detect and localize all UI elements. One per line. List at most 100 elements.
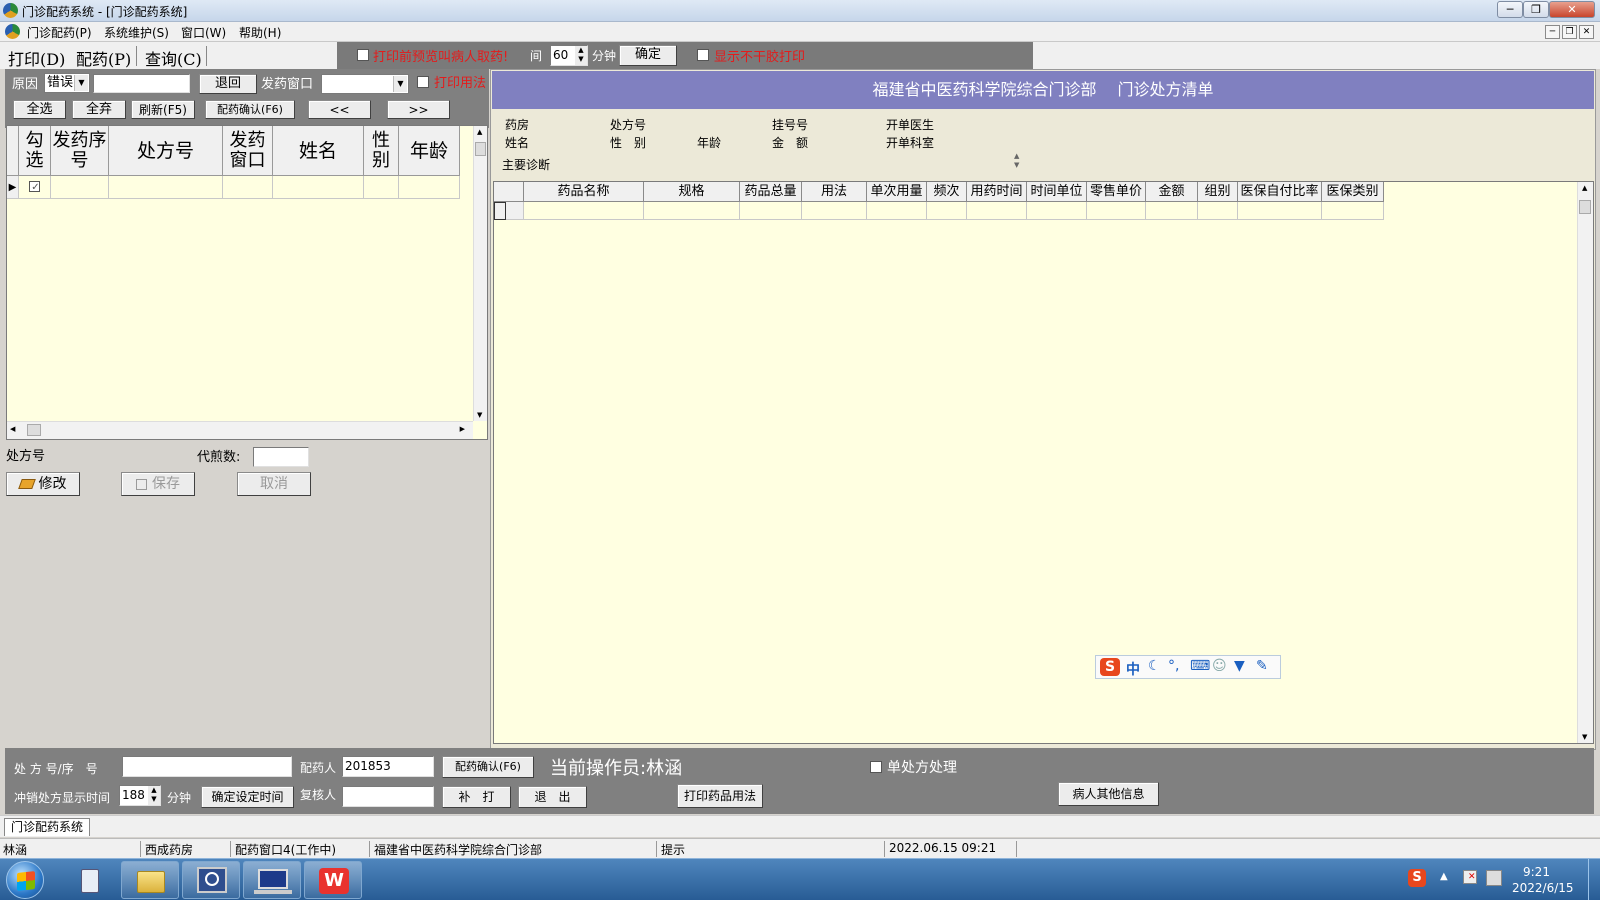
header-frequency[interactable]: 频次	[927, 182, 967, 202]
mdi-window-tab[interactable]: 门诊配药系统	[4, 818, 91, 836]
scroll-down-icon[interactable]: ▼	[477, 411, 482, 419]
spinner-arrows-icon[interactable]: ▲ ▼	[148, 786, 160, 805]
bottom-confirm-dispense-button[interactable]: 配药确认(F6)	[442, 756, 534, 778]
header-retail-price[interactable]: 零售单价	[1087, 182, 1146, 202]
header-usage[interactable]: 用法	[802, 182, 867, 202]
rx-seq-input[interactable]	[122, 756, 292, 777]
mdi-close-button[interactable]: ✕	[1579, 25, 1594, 39]
header-insurance-type[interactable]: 医保类别	[1322, 182, 1384, 202]
dropdown-arrow-icon[interactable]: ▼	[74, 75, 88, 91]
taskbar-explorer[interactable]	[121, 861, 179, 899]
header-name[interactable]: 姓名	[273, 126, 364, 176]
row-checkbox-cell[interactable]	[19, 176, 51, 199]
scroll-right-icon[interactable]: ▶	[460, 425, 465, 433]
halfwidth-moon-icon[interactable]: ☾	[1148, 658, 1161, 674]
scroll-up-icon[interactable]: ▲	[477, 128, 482, 136]
header-total[interactable]: 药品总量	[740, 182, 802, 202]
refresh-button[interactable]: 刷新(F5)	[131, 100, 195, 119]
maximize-button[interactable]: ❐	[1523, 1, 1549, 18]
header-spec[interactable]: 规格	[644, 182, 740, 202]
next-button[interactable]: >>	[387, 100, 450, 119]
cancel-button[interactable]: 取消	[237, 472, 311, 496]
show-noprint-checkbox[interactable]	[697, 49, 709, 61]
patient-info-button[interactable]: 病人其他信息	[1058, 782, 1159, 806]
scroll-left-icon[interactable]: ◀	[10, 425, 15, 433]
header-time[interactable]: 用药时间	[967, 182, 1027, 202]
scroll-down-icon[interactable]: ▼	[1582, 733, 1587, 741]
left-grid-hscroll[interactable]: ◀ ▶	[7, 421, 473, 439]
select-all-button[interactable]: 全选	[13, 100, 66, 119]
user-icon[interactable]: ☺	[1212, 658, 1227, 674]
header-single-dose[interactable]: 单次用量	[867, 182, 927, 202]
preview-checkbox[interactable]	[357, 49, 369, 61]
menu-dispense[interactable]: 门诊配药(P)	[27, 24, 92, 41]
scroll-thumb[interactable]	[1579, 200, 1591, 214]
scroll-thumb[interactable]	[475, 142, 486, 156]
header-age[interactable]: 年龄	[399, 126, 460, 176]
return-button[interactable]: 退回	[199, 74, 257, 94]
header-group[interactable]: 组别	[1198, 182, 1238, 202]
punctuation-icon[interactable]: °,	[1168, 658, 1179, 674]
ime-mode[interactable]: 中	[1126, 659, 1140, 679]
exit-button[interactable]: 退 出	[518, 786, 587, 808]
tray-expand-icon[interactable]: ▲	[1440, 871, 1448, 882]
header-insurance-ratio[interactable]: 医保自付比率	[1238, 182, 1322, 202]
taskbar-sql-tool[interactable]	[182, 861, 240, 899]
print-usage-checkbox[interactable]	[417, 76, 429, 88]
pharmacist-input[interactable]: 201853	[342, 756, 434, 777]
mdi-restore-button[interactable]: ❐	[1562, 25, 1577, 39]
header-rx-no[interactable]: 处方号	[109, 126, 223, 176]
skin-shirt-icon[interactable]: ▼	[1234, 658, 1245, 674]
dropdown-arrow-icon[interactable]: ▼	[393, 76, 407, 92]
header-amount[interactable]: 金额	[1146, 182, 1198, 202]
tab-query[interactable]: 查询(C)	[145, 46, 202, 70]
header-dispense-window[interactable]: 发药窗口	[223, 126, 273, 176]
interval-spinner[interactable]: 60 ▲ ▼	[550, 45, 588, 66]
mdi-minimize-button[interactable]: ─	[1545, 25, 1560, 39]
menu-system[interactable]: 系统维护(S)	[104, 24, 169, 41]
header-check[interactable]: 勾选	[19, 126, 51, 176]
tray-sogou-icon[interactable]: S	[1408, 869, 1426, 887]
interval-confirm-button[interactable]: 确定	[619, 45, 677, 66]
menu-help[interactable]: 帮助(H)	[239, 24, 281, 41]
header-time-unit[interactable]: 时间单位	[1027, 182, 1087, 202]
tray-network-icon[interactable]	[1486, 870, 1502, 886]
spinner-arrows-icon[interactable]: ▲ ▼	[575, 46, 587, 65]
scroll-up-icon[interactable]: ▲	[1582, 184, 1587, 192]
header-drug-name[interactable]: 药品名称	[524, 182, 644, 202]
left-grid-vscroll[interactable]: ▲ ▼	[473, 126, 487, 421]
row-checkbox[interactable]	[29, 181, 40, 192]
menu-window[interactable]: 窗口(W)	[181, 24, 226, 41]
tray-time[interactable]: 9:21	[1523, 865, 1550, 879]
single-rx-checkbox[interactable]	[870, 761, 882, 773]
minimize-button[interactable]: ─	[1497, 1, 1523, 18]
reason-input[interactable]	[93, 74, 190, 93]
decoct-count-input[interactable]	[253, 447, 309, 467]
right-grid-vscroll[interactable]: ▲ ▼	[1577, 182, 1593, 743]
diagnosis-scroll-icon[interactable]: ▲ ▼	[1014, 152, 1019, 170]
taskbar-calculator[interactable]	[60, 861, 118, 899]
close-button[interactable]: ✕	[1549, 1, 1595, 18]
tray-date[interactable]: 2022/6/15	[1512, 881, 1574, 895]
taskbar-his-app[interactable]	[243, 861, 301, 899]
modify-button[interactable]: 修改	[6, 472, 80, 496]
start-button[interactable]	[6, 861, 44, 899]
set-time-button[interactable]: 确定设定时间	[201, 786, 294, 808]
reason-select[interactable]: 错误 ▼	[44, 73, 90, 93]
settings-wrench-icon[interactable]: ✎	[1256, 658, 1268, 674]
keyboard-icon[interactable]: ⌨	[1190, 658, 1210, 674]
confirm-dispense-button[interactable]: 配药确认(F6)	[205, 100, 295, 119]
tray-flag-icon[interactable]: ✕	[1463, 870, 1477, 884]
ime-toolbar[interactable]: S 中 ☾ °, ⌨ ☺ ▼ ✎	[1095, 655, 1281, 679]
header-gender[interactable]: 性别	[364, 126, 399, 176]
hscroll-thumb[interactable]	[27, 424, 41, 436]
taskbar-wps[interactable]: W	[304, 861, 362, 899]
save-button[interactable]: 保存	[121, 472, 195, 496]
print-usage-button[interactable]: 打印药品用法	[677, 784, 763, 808]
show-desktop-button[interactable]	[1588, 859, 1600, 900]
reviewer-input[interactable]	[342, 786, 434, 807]
reprint-button[interactable]: 补 打	[442, 786, 511, 808]
header-dispense-seq[interactable]: 发药序号	[51, 126, 109, 176]
prev-button[interactable]: <<	[308, 100, 371, 119]
reversal-time-spinner[interactable]: 188 ▲ ▼	[119, 785, 161, 806]
